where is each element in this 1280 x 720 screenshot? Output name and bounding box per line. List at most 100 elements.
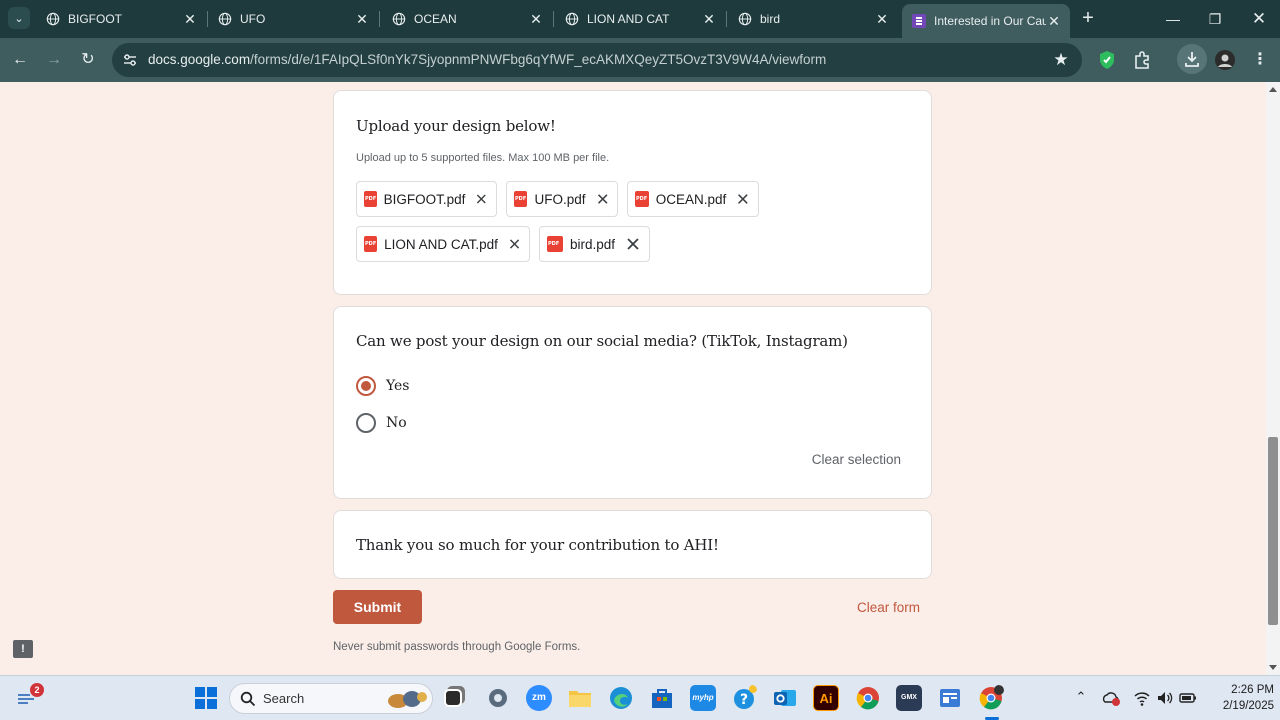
clear-selection-button[interactable]: Clear selection	[812, 452, 901, 467]
close-icon[interactable]: ✕	[701, 11, 717, 27]
password-warning-text: Never submit passwords through Google Fo…	[333, 641, 581, 653]
onedrive-icon[interactable]	[1101, 689, 1121, 707]
tab-ufo[interactable]: UFO ✕	[208, 4, 378, 34]
tab-title: Interested in Our Cau	[934, 14, 1046, 28]
wifi-icon[interactable]	[1133, 689, 1151, 707]
gmx-app-icon[interactable]: GMX	[896, 685, 922, 711]
url-host: docs.google.com	[148, 52, 251, 67]
radio-option-yes[interactable]: Yes	[356, 376, 410, 396]
remove-file-icon[interactable]	[625, 236, 641, 252]
svg-text:?: ?	[740, 692, 748, 708]
remove-file-icon[interactable]	[736, 191, 750, 207]
file-chip[interactable]: bird.pdf	[539, 226, 650, 262]
thanks-text: Thank you so much for your contribution …	[356, 536, 719, 554]
windows-start-icon[interactable]	[193, 685, 219, 711]
remove-file-icon[interactable]	[596, 191, 609, 207]
zoom-app-icon[interactable]: zm	[526, 685, 552, 711]
close-icon[interactable]: ✕	[1046, 13, 1062, 29]
microsoft-store-icon[interactable]	[649, 685, 675, 711]
close-icon[interactable]: ✕	[182, 11, 198, 27]
restore-icon[interactable]: ❐	[1204, 8, 1226, 30]
taskbar-search[interactable]: Search	[229, 683, 433, 714]
globe-icon	[46, 12, 60, 26]
url-path: /forms/d/e/1FAIpQLSf0nYk7SjyopnmPNWFbg6q…	[250, 52, 827, 67]
radio-button[interactable]	[356, 413, 376, 433]
volume-icon[interactable]	[1156, 689, 1174, 707]
tab-title: bird	[760, 12, 781, 26]
tab-search-chevron-icon[interactable]: ⌄	[8, 7, 30, 29]
submit-button[interactable]: Submit	[333, 590, 422, 624]
bookmark-star-icon[interactable]: ★	[1052, 51, 1070, 69]
myhp-app-icon[interactable]: myhp	[690, 685, 716, 711]
file-chip[interactable]: LION AND CAT.pdf	[356, 226, 530, 262]
file-name: bird.pdf	[569, 236, 616, 252]
address-bar[interactable]: docs.google.com/forms/d/e/1FAIpQLSf0nYk7…	[112, 43, 1082, 77]
tab-title: BIGFOOT	[68, 12, 122, 26]
tab-bigfoot[interactable]: BIGFOOT ✕	[36, 4, 206, 34]
tab-bird[interactable]: bird ✕	[728, 4, 898, 34]
search-highlight-icon	[388, 691, 427, 708]
pdf-icon	[514, 191, 528, 207]
close-window-icon[interactable]: ✕	[1248, 8, 1270, 30]
scroll-down-arrow-icon[interactable]	[1269, 665, 1277, 670]
page-scrollbar[interactable]	[1266, 82, 1280, 675]
news-app-icon[interactable]	[937, 685, 963, 711]
chrome-profile-active-icon[interactable]	[978, 685, 1004, 711]
site-info-icon[interactable]	[122, 52, 138, 68]
extensions-puzzle-icon[interactable]	[1131, 49, 1153, 71]
file-chip[interactable]: UFO.pdf	[506, 181, 618, 217]
file-explorer-icon[interactable]	[567, 685, 593, 711]
tab-lion-and-cat[interactable]: LION AND CAT ✕	[555, 4, 725, 34]
thanks-card: Thank you so much for your contribution …	[333, 510, 932, 579]
file-name: LION AND CAT.pdf	[384, 236, 498, 252]
radio-option-no[interactable]: No	[356, 413, 407, 433]
close-icon[interactable]: ✕	[354, 11, 370, 27]
notification-badge: 2	[30, 683, 44, 697]
clear-form-button[interactable]: Clear form	[857, 600, 920, 615]
back-icon[interactable]: ←	[9, 49, 31, 71]
shield-extension-icon[interactable]	[1096, 49, 1118, 71]
close-icon[interactable]: ✕	[874, 11, 890, 27]
task-view-icon[interactable]	[444, 689, 462, 707]
report-feedback-icon[interactable]: !	[13, 640, 33, 658]
pdf-icon	[635, 191, 649, 207]
forward-icon[interactable]: →	[43, 49, 65, 71]
globe-icon	[392, 12, 406, 26]
upload-question-card: Upload your design below! Upload up to 5…	[333, 90, 932, 295]
windows-taskbar: 2 Search zm myhp ? Ai GMX ⌃ 2:26 PM 2/19…	[0, 675, 1280, 720]
file-chip[interactable]: OCEAN.pdf	[627, 181, 759, 217]
edge-browser-icon[interactable]	[608, 685, 634, 711]
scroll-up-arrow-icon[interactable]	[1269, 87, 1277, 92]
browser-toolbar: ← → ↻ docs.google.com/forms/d/e/1FAIpQLS…	[0, 38, 1280, 82]
form-page: Upload your design below! Upload up to 5…	[0, 82, 1280, 675]
get-help-icon[interactable]: ?	[731, 685, 757, 711]
tab-divider	[726, 11, 727, 27]
close-icon[interactable]: ✕	[528, 11, 544, 27]
search-icon	[240, 691, 256, 707]
pdf-icon	[364, 191, 377, 207]
clock-time: 2:26 PM	[1231, 684, 1274, 696]
scroll-thumb[interactable]	[1268, 437, 1278, 625]
menu-kebab-icon[interactable]: ⋮	[1249, 49, 1271, 71]
chrome-browser-icon[interactable]	[855, 685, 881, 711]
profile-avatar-icon[interactable]	[1214, 49, 1236, 71]
tab-google-form[interactable]: Interested in Our Cau ✕	[902, 4, 1070, 38]
reload-icon[interactable]: ↻	[77, 49, 99, 71]
outlook-icon[interactable]	[772, 685, 798, 711]
remove-file-icon[interactable]	[475, 191, 488, 207]
tab-ocean[interactable]: OCEAN ✕	[382, 4, 552, 34]
chevron-up-icon[interactable]: ⌃	[1073, 689, 1089, 705]
remove-file-icon[interactable]	[508, 236, 521, 252]
system-clock[interactable]: 2:26 PM 2/19/2025	[1204, 682, 1274, 714]
file-chip[interactable]: BIGFOOT.pdf	[356, 181, 497, 217]
settings-gear-icon[interactable]	[485, 685, 511, 711]
search-label: Search	[263, 691, 305, 706]
minimize-icon[interactable]: —	[1162, 8, 1184, 30]
url-text[interactable]: docs.google.com/forms/d/e/1FAIpQLSf0nYk7…	[148, 43, 826, 77]
adobe-illustrator-icon[interactable]: Ai	[813, 685, 839, 711]
new-tab-icon[interactable]: +	[1078, 8, 1098, 28]
radio-label: No	[386, 415, 407, 431]
radio-button[interactable]	[356, 376, 376, 396]
download-button[interactable]	[1177, 44, 1207, 74]
battery-icon[interactable]	[1179, 690, 1197, 706]
